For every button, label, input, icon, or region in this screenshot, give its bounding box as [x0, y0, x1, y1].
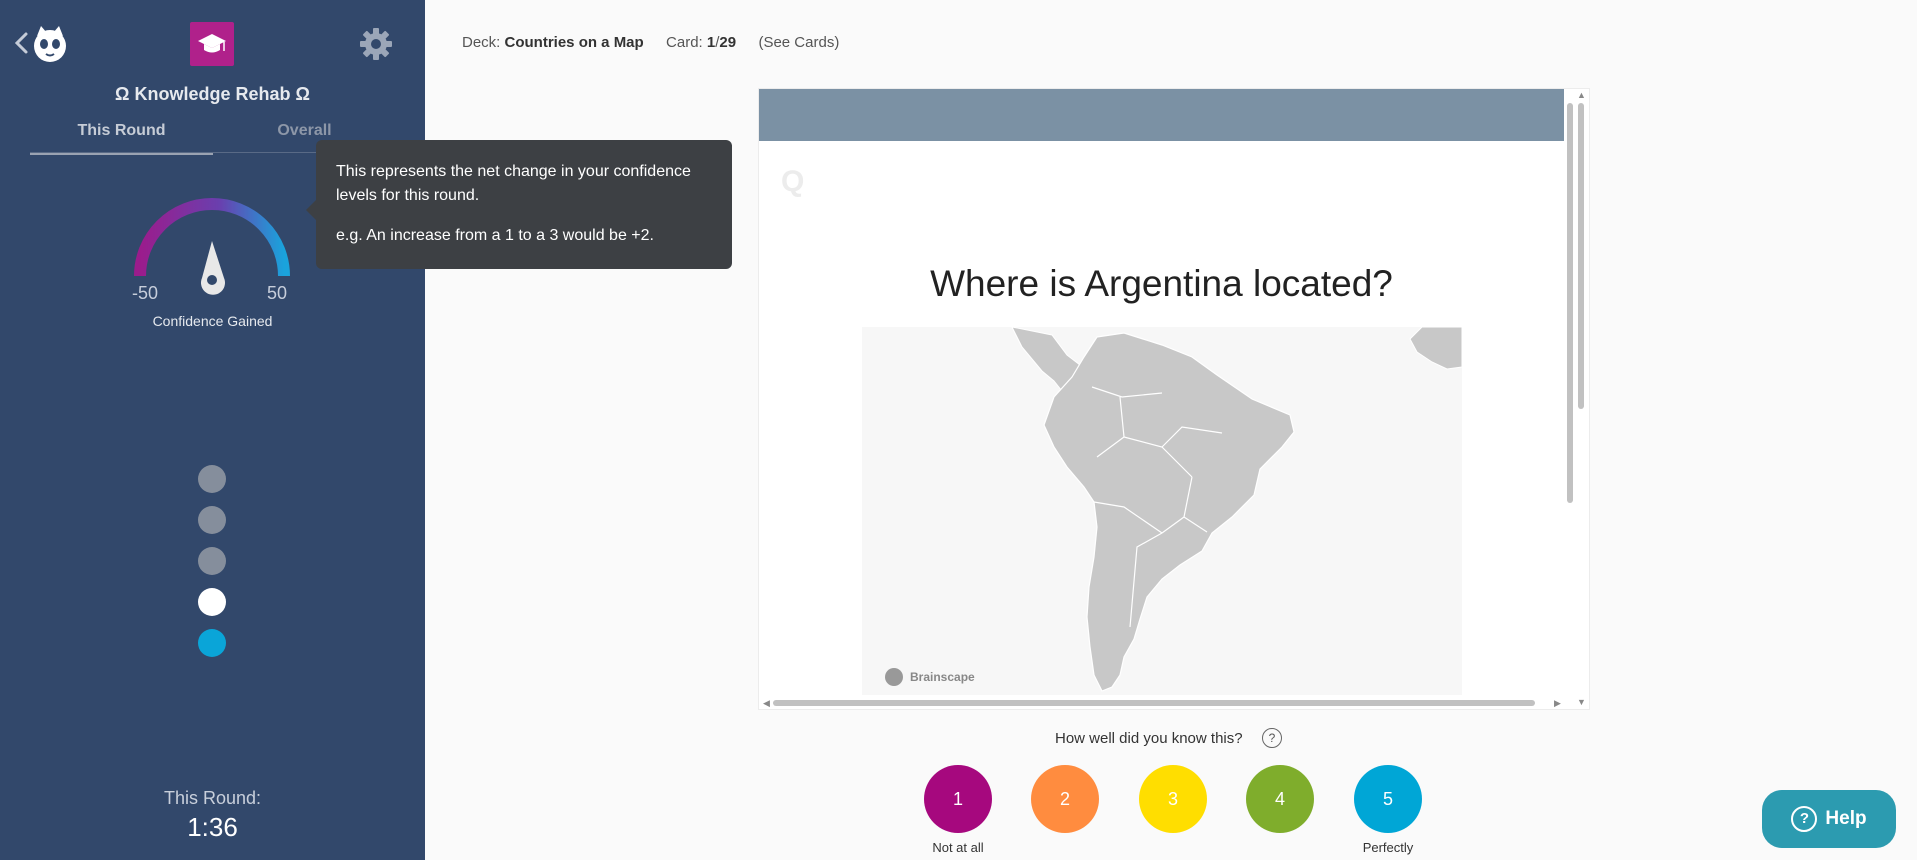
rating-button-4[interactable]: 4 [1246, 765, 1314, 833]
deck-info-bar: Deck: Countries on a Map Card: 1/29 (See… [462, 34, 839, 51]
tab-this-round[interactable]: This Round [30, 120, 213, 155]
brainscape-logo-icon[interactable] [28, 22, 72, 66]
gauge-caption: Confidence Gained [152, 313, 273, 329]
card-total: 29 [719, 34, 737, 51]
progress-dot [198, 588, 226, 616]
rating-button-3[interactable]: 3 [1139, 765, 1207, 833]
rating-button-5[interactable]: 5 [1354, 765, 1422, 833]
tooltip-line-1: This represents the net change in your c… [336, 163, 691, 204]
deck-label: Deck: [462, 34, 501, 51]
south-america-shape [1043, 332, 1295, 692]
deck-icon[interactable] [190, 22, 234, 66]
tabs-divider [30, 152, 365, 153]
south-america-map: Brainscape [862, 327, 1462, 695]
progress-dot [198, 506, 226, 534]
help-button-label: Help [1825, 808, 1867, 829]
progress-dot [198, 465, 226, 493]
confidence-tooltip: This represents the net change in your c… [306, 140, 732, 269]
scroll-left-arrow-icon[interactable]: ◀ [763, 698, 770, 709]
deck-name: Countries on a Map [504, 34, 644, 51]
question-marker: Q [781, 165, 805, 198]
caribbean-islands-shape [1409, 327, 1462, 370]
sidebar-tabs: This Round Overall [30, 120, 365, 155]
round-time-value: 1:36 [187, 812, 238, 842]
horizontal-scroll-thumb[interactable] [773, 700, 1535, 706]
progress-dot [198, 547, 226, 575]
rating-prompt: How well did you know this? [1055, 730, 1243, 747]
vertical-scroll-thumb[interactable] [1567, 103, 1573, 503]
see-cards-link[interactable]: (See Cards) [758, 34, 839, 51]
gauge-hub [207, 275, 217, 285]
help-button[interactable]: ? Help [1762, 790, 1896, 848]
graduation-cap-icon [198, 34, 226, 53]
brainscape-watermark-icon [885, 668, 903, 686]
card-current: 1 [706, 34, 716, 51]
card-label: Card: [666, 34, 703, 51]
scroll-right-arrow-icon[interactable]: ▶ [1554, 698, 1561, 709]
sidebar: Ω Knowledge Rehab Ω This Round Overall -… [0, 0, 425, 860]
map-watermark: Brainscape [910, 670, 975, 684]
flashcard: Q Where is Argentina located? Brainscape… [758, 88, 1590, 710]
rating-button-1[interactable]: 1 [924, 765, 992, 833]
card-header [759, 89, 1564, 141]
progress-dot-current [198, 629, 226, 657]
gauge-needle [201, 241, 225, 295]
deck-title: Ω Knowledge Rehab Ω [115, 84, 310, 104]
scroll-down-arrow-icon[interactable]: ▼ [1577, 697, 1586, 707]
question-circle-icon: ? [1791, 806, 1818, 832]
rating-high-label: Perfectly [1362, 840, 1414, 855]
rating-button-2[interactable]: 2 [1031, 765, 1099, 833]
outer-vertical-scroll-thumb[interactable] [1578, 103, 1584, 409]
rating-help-icon[interactable]: ? [1262, 728, 1282, 748]
tooltip-line-2: e.g. An increase from a 1 to a 3 would b… [336, 227, 654, 244]
scroll-up-arrow-icon[interactable]: ▲ [1577, 90, 1586, 100]
gauge-min-label: -50 [132, 283, 159, 303]
gear-icon[interactable] [358, 26, 394, 62]
gauge-max-label: 50 [267, 283, 288, 303]
card-question: Where is Argentina located? [930, 263, 1393, 304]
rating-low-label: Not at all [932, 840, 984, 855]
round-time-label: This Round: [163, 788, 262, 808]
